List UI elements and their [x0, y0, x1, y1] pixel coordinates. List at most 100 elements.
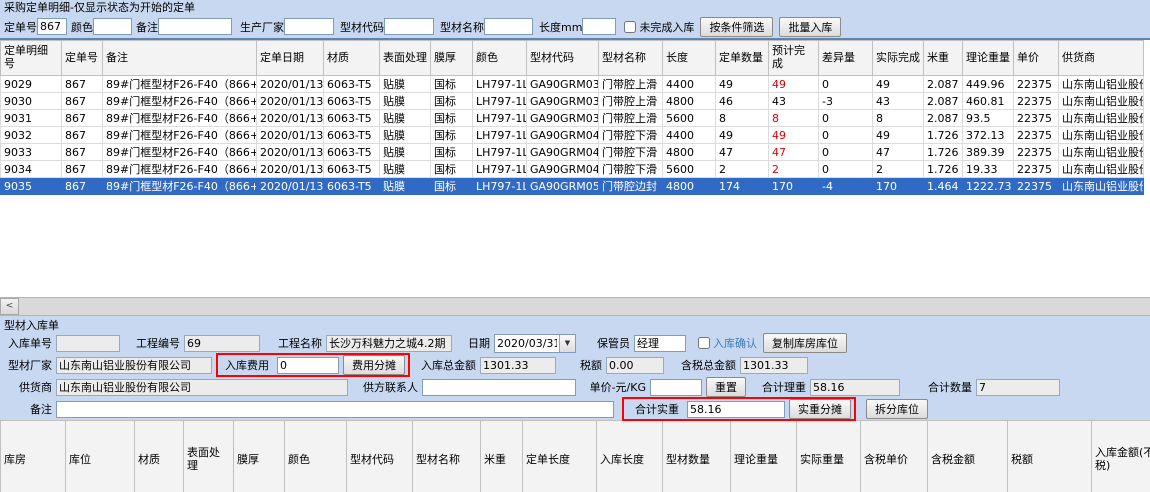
date-picker[interactable]: ▼	[494, 334, 576, 353]
cell[interactable]: 170	[873, 178, 924, 195]
cell[interactable]: 89#门框型材F26-F40（866+867）	[103, 144, 257, 161]
supplier-contact-input[interactable]	[422, 379, 576, 396]
column-header[interactable]: 定单日期	[257, 41, 324, 76]
cell[interactable]: 2020/01/13	[257, 161, 324, 178]
column-header[interactable]: 型材代码	[527, 41, 599, 76]
column-header[interactable]: 库房	[1, 421, 66, 492]
keeper-input[interactable]	[634, 335, 686, 352]
cell[interactable]: 4400	[663, 76, 716, 93]
column-header[interactable]: 材质	[135, 421, 184, 492]
cell[interactable]: 门带腔边封	[599, 178, 663, 195]
column-header[interactable]: 实际完成	[873, 41, 924, 76]
cell[interactable]: LH797-1LL0	[473, 161, 527, 178]
profile-factory-input[interactable]	[56, 357, 212, 374]
cell[interactable]: LH797-1LL0	[473, 127, 527, 144]
cell[interactable]: 9031	[1, 110, 62, 127]
actual-weight-allocate-button[interactable]: 实重分摊	[789, 399, 851, 419]
inbound-total-input[interactable]	[480, 357, 556, 374]
cell[interactable]: 1.464	[924, 178, 963, 195]
cell[interactable]: 2	[873, 161, 924, 178]
cell[interactable]: 山东南山铝业股份有限公司	[1059, 127, 1144, 144]
cell[interactable]: 170	[769, 178, 819, 195]
cell[interactable]: GA90GRM04	[527, 127, 599, 144]
column-header[interactable]: 颜色	[473, 41, 527, 76]
column-header[interactable]: 颜色	[285, 421, 347, 492]
tax-input[interactable]	[606, 357, 664, 374]
cell[interactable]: 国标	[431, 110, 473, 127]
cell[interactable]: 山东南山铝业股份有限公司	[1059, 93, 1144, 110]
cell[interactable]: 4400	[663, 127, 716, 144]
cell[interactable]: 867	[62, 93, 103, 110]
cell[interactable]: 93.5	[963, 110, 1014, 127]
cell[interactable]: 门带腔下滑	[599, 144, 663, 161]
table-row[interactable]: 903086789#门框型材F26-F40（866+867）2020/01/13…	[1, 93, 1144, 110]
column-header[interactable]: 米重	[481, 421, 523, 492]
scroll-left-button[interactable]: <	[0, 298, 19, 315]
table-row[interactable]: 903186789#门框型材F26-F40（866+867）2020/01/13…	[1, 110, 1144, 127]
table-row[interactable]: 903586789#门框型材F26-F40（866+867）2020/01/13…	[1, 178, 1144, 195]
calendar-dropdown-icon[interactable]: ▼	[559, 335, 575, 352]
cell[interactable]: 9030	[1, 93, 62, 110]
cell[interactable]: 0	[819, 161, 873, 178]
total-theoretical-weight-input[interactable]	[810, 379, 900, 396]
cell[interactable]: LH797-1LL0	[473, 93, 527, 110]
cell[interactable]: 门带腔下滑	[599, 127, 663, 144]
cell[interactable]: LH797-1LL0	[473, 144, 527, 161]
cell[interactable]: 6063-T5	[324, 110, 380, 127]
cell[interactable]: 2020/01/13	[257, 110, 324, 127]
cell[interactable]: 1.726	[924, 161, 963, 178]
cell[interactable]: 372.13	[963, 127, 1014, 144]
column-header[interactable]: 单价	[1014, 41, 1059, 76]
cell[interactable]: 89#门框型材F26-F40（866+867）	[103, 93, 257, 110]
cell[interactable]: 门带腔上滑	[599, 110, 663, 127]
cell[interactable]: 867	[62, 161, 103, 178]
column-header[interactable]: 备注	[103, 41, 257, 76]
cell[interactable]: 门带腔上滑	[599, 93, 663, 110]
cell[interactable]: 8	[769, 110, 819, 127]
cell[interactable]: 867	[62, 76, 103, 93]
column-header[interactable]: 定单明细号	[1, 41, 62, 76]
cell[interactable]: 5600	[663, 110, 716, 127]
column-header[interactable]: 理论重量	[731, 421, 797, 492]
cell[interactable]: 1.726	[924, 144, 963, 161]
cell[interactable]: 6063-T5	[324, 161, 380, 178]
cell[interactable]: 8	[716, 110, 769, 127]
cell[interactable]: 43	[769, 93, 819, 110]
batch-inbound-button[interactable]: 批量入库	[779, 17, 841, 37]
column-header[interactable]: 入库金额(不含税)	[1092, 421, 1150, 492]
reset-button[interactable]: 重置	[706, 377, 746, 397]
cell[interactable]: 2020/01/13	[257, 76, 324, 93]
cell[interactable]: 2.087	[924, 76, 963, 93]
cell[interactable]: 9034	[1, 161, 62, 178]
cell[interactable]: 2	[769, 161, 819, 178]
filter-profile-code-input[interactable]	[384, 18, 434, 35]
cell[interactable]: 867	[62, 127, 103, 144]
cell[interactable]: 2020/01/13	[257, 127, 324, 144]
cell[interactable]: 867	[62, 110, 103, 127]
cell[interactable]: 国标	[431, 161, 473, 178]
total-actual-weight-input[interactable]	[687, 401, 785, 418]
cell[interactable]: 国标	[431, 178, 473, 195]
total-with-tax-input[interactable]	[740, 357, 808, 374]
cell[interactable]: 449.96	[963, 76, 1014, 93]
cell[interactable]: 2.087	[924, 93, 963, 110]
cell[interactable]: -4	[819, 178, 873, 195]
column-header[interactable]: 膜厚	[234, 421, 285, 492]
cell[interactable]: 89#门框型材F26-F40（866+867）	[103, 127, 257, 144]
cell[interactable]: 9033	[1, 144, 62, 161]
cell[interactable]: 867	[62, 144, 103, 161]
cell[interactable]: 4800	[663, 144, 716, 161]
cell[interactable]: GA90GRM04	[527, 161, 599, 178]
cell[interactable]: 山东南山铝业股份有限公司	[1059, 110, 1144, 127]
cell[interactable]: 2	[716, 161, 769, 178]
column-header[interactable]: 表面处理	[184, 421, 234, 492]
cell[interactable]: 9032	[1, 127, 62, 144]
cell[interactable]: 6063-T5	[324, 178, 380, 195]
unfinished-checkbox-group[interactable]: 未完成入库	[624, 19, 694, 35]
cell[interactable]: 22375	[1014, 127, 1059, 144]
cell[interactable]: 国标	[431, 76, 473, 93]
filter-remark-input[interactable]	[158, 18, 232, 35]
inbound-fee-input[interactable]	[277, 357, 339, 374]
cell[interactable]: 47	[769, 144, 819, 161]
column-header[interactable]: 预计完成	[769, 41, 819, 76]
